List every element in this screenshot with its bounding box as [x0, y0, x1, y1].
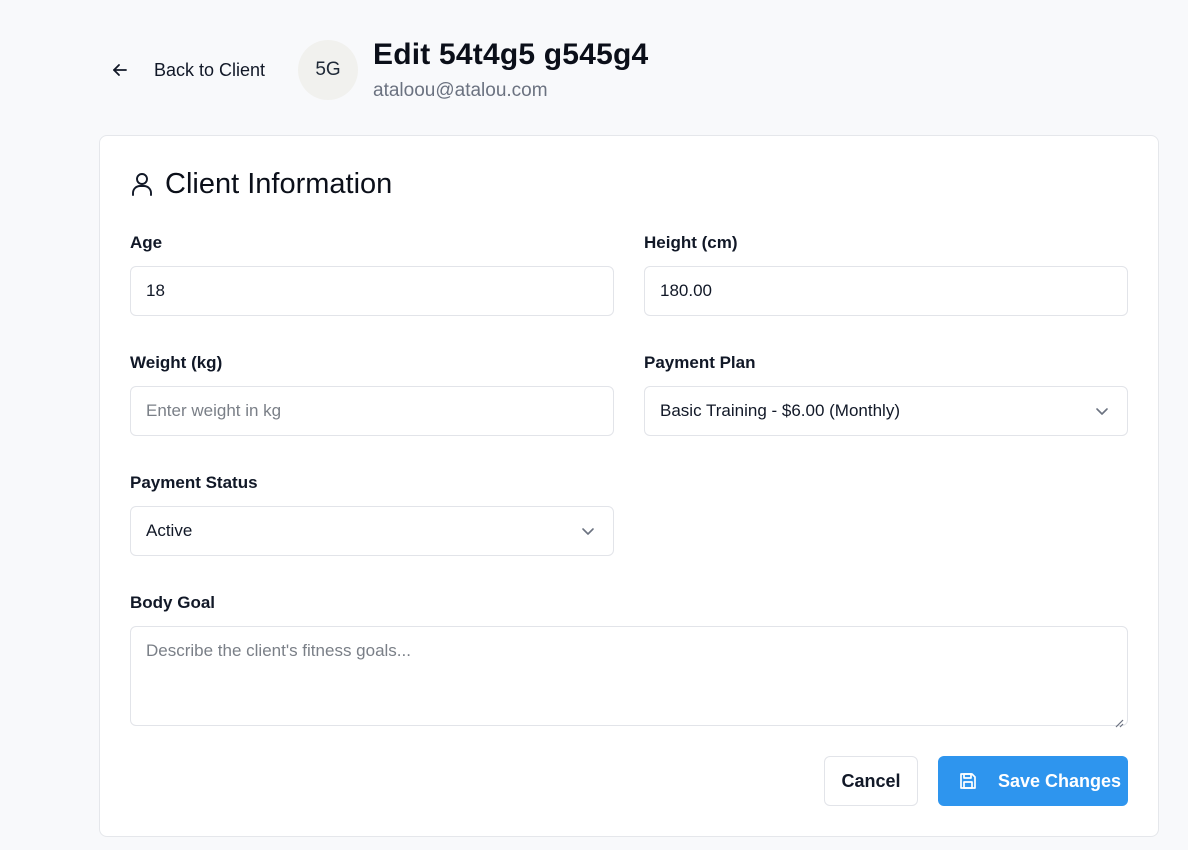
user-icon [130, 171, 154, 197]
body-goal-label: Body Goal [130, 593, 216, 612]
payment-status-select[interactable]: Active [130, 506, 614, 556]
resize-handle-icon[interactable] [1115, 713, 1124, 728]
age-value: 18 [146, 281, 165, 300]
page-title: Edit 54t4g5 g545g4 [373, 38, 649, 71]
chevron-down-icon [1095, 404, 1109, 418]
section-title: Client Information [130, 166, 392, 202]
payment-status-label: Payment Status [130, 473, 258, 492]
avatar: 5G [298, 40, 358, 100]
height-value: 180.00 [660, 281, 712, 300]
page-header: Back to Client 5G Edit 54t4g5 g545g4 ata… [0, 0, 1188, 130]
client-email: ataloou@atalou.com [373, 80, 548, 101]
save-changes-button[interactable]: Save Changes [938, 756, 1128, 806]
height-input[interactable]: 180.00 [644, 266, 1128, 316]
weight-input[interactable]: Enter weight in kg [130, 386, 614, 436]
cancel-button[interactable]: Cancel [824, 756, 918, 806]
age-input[interactable]: 18 [130, 266, 614, 316]
back-button-label: Back to Client [154, 59, 266, 80]
arrow-left-icon [110, 60, 130, 80]
payment-plan-value: Basic Training - $6.00 (Monthly) [660, 401, 900, 420]
back-to-client-button[interactable]: Back to Client [110, 52, 265, 88]
age-label: Age [130, 233, 163, 252]
cancel-button-label: Cancel [841, 770, 901, 791]
save-icon [958, 771, 978, 791]
body-goal-placeholder: Describe the client's fitness goals... [146, 641, 411, 660]
payment-status-value: Active [146, 521, 193, 540]
weight-label: Weight (kg) [130, 353, 223, 372]
section-title-label: Client Information [165, 167, 393, 200]
weight-placeholder: Enter weight in kg [146, 401, 282, 420]
body-goal-textarea[interactable]: Describe the client's fitness goals... [130, 626, 1128, 728]
payment-plan-select[interactable]: Basic Training - $6.00 (Monthly) [644, 386, 1128, 436]
save-button-label: Save Changes [998, 770, 1122, 791]
chevron-down-icon [581, 524, 595, 538]
payment-plan-label: Payment Plan [644, 353, 756, 372]
client-information-card: Client Information Age 18 Height (cm) 18… [99, 135, 1159, 837]
height-label: Height (cm) [644, 233, 738, 252]
